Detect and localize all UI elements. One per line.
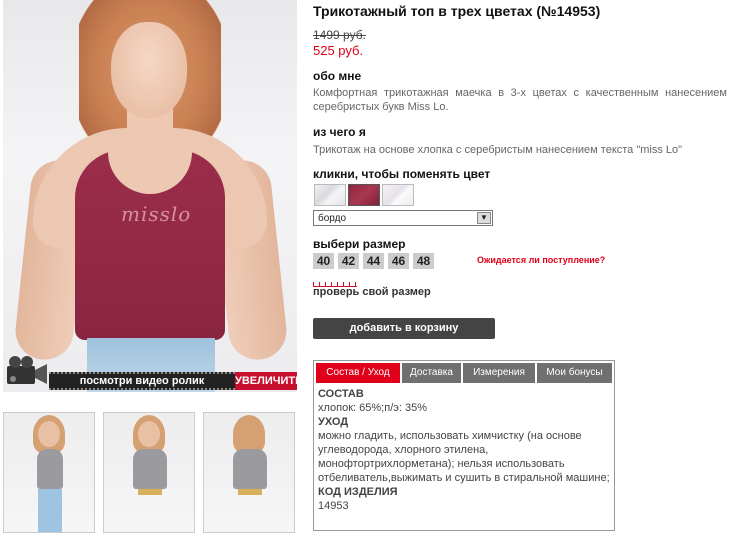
tab-bonuses[interactable]: Мои бонусы [537, 363, 612, 383]
new-price: 525 руб. [313, 43, 364, 58]
color-select-value: бордо [318, 213, 347, 224]
color-swatch-bordeaux[interactable] [348, 184, 380, 206]
color-heading: кликни, чтобы поменять цвет [313, 167, 491, 181]
thumb-body [37, 449, 63, 489]
thumb-belt [138, 489, 162, 495]
care-heading: УХОД [318, 416, 349, 428]
tab-content: СОСТАВ хлопок: 65%;п/э: 35% УХОД можно г… [318, 387, 610, 513]
material-heading: из чего я [313, 125, 366, 139]
check-size-link[interactable]: проверь свой размер [313, 286, 431, 298]
care-text: можно гладить, использовать химчистку (н… [318, 430, 610, 484]
thumb-body [233, 449, 267, 489]
video-bar[interactable]: посмотри видео ролик УВЕЛИЧИТЬ [3, 352, 297, 390]
zoom-button[interactable]: УВЕЛИЧИТЬ [235, 372, 297, 390]
size-option-40[interactable]: 40 [313, 253, 334, 269]
thumb-head [138, 421, 160, 447]
color-swatch-white[interactable] [382, 184, 414, 206]
thumbnail-1[interactable] [3, 412, 95, 533]
composition-heading: СОСТАВ [318, 388, 364, 400]
composition-text: хлопок: 65%;п/э: 35% [318, 402, 427, 414]
size-option-48[interactable]: 48 [413, 253, 434, 269]
watch-video-label[interactable]: посмотри видео ролик [49, 372, 235, 390]
product-title: Трикотажный топ в трех цветах (№14953) [313, 3, 601, 19]
info-tabs-panel: Состав / Уход Доставка Измерения Мои бон… [313, 360, 615, 531]
tab-measurements[interactable]: Измерения [463, 363, 535, 383]
material-text: Трикотаж на основе хлопка с серебристым … [313, 144, 683, 156]
chevron-down-icon[interactable]: ▼ [477, 212, 491, 224]
tab-composition[interactable]: Состав / Уход [316, 363, 400, 383]
thumb-body [133, 449, 167, 489]
tab-delivery[interactable]: Доставка [402, 363, 461, 383]
thumbnail-2[interactable] [103, 412, 195, 533]
size-option-46[interactable]: 46 [388, 253, 409, 269]
add-to-cart-button[interactable]: добавить в корзину [313, 318, 495, 339]
thumb-legs [38, 489, 62, 532]
size-option-42[interactable]: 42 [338, 253, 359, 269]
thumbnail-3[interactable] [203, 412, 295, 533]
code-text: 14953 [318, 500, 349, 512]
main-product-image[interactable]: misslo посмотри видео ролик УВЕЛИЧИТЬ [3, 0, 297, 392]
size-option-44[interactable]: 44 [363, 253, 384, 269]
model-face [111, 22, 187, 118]
size-heading: выбери размер [313, 237, 406, 251]
video-camera-icon[interactable] [5, 352, 49, 390]
color-swatch-light[interactable] [314, 184, 346, 206]
thumb-head [238, 421, 260, 447]
thumb-head [38, 421, 60, 447]
old-price: 1499 руб. [313, 28, 366, 42]
about-heading: обо мне [313, 69, 362, 83]
color-select[interactable]: бордо ▼ [313, 210, 493, 226]
code-heading: КОД ИЗДЕЛИЯ [318, 486, 398, 498]
about-text: Комфортная трикотажная маечка в 3-х цвет… [313, 87, 727, 113]
thumb-belt [238, 489, 262, 495]
tank-print-text: misslo [121, 202, 192, 226]
awaiting-restock-link[interactable]: Ожидается ли поступление? [477, 255, 605, 265]
